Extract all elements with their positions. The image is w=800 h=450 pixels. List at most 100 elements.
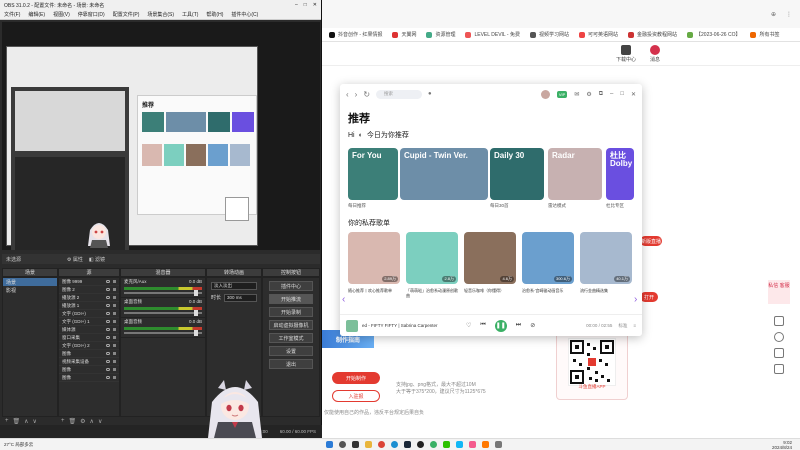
scene-item[interactable]: 场景 [3, 278, 57, 286]
vip-badge[interactable]: VIP [556, 90, 568, 98]
lock-icon[interactable] [113, 352, 116, 355]
source-item[interactable]: 图像 [59, 374, 119, 382]
maximize-icon[interactable]: □ [620, 91, 624, 97]
forward-icon[interactable]: › [355, 90, 358, 99]
bookmark-item[interactable]: 资源管理 [423, 31, 458, 38]
task-view-icon[interactable] [352, 441, 359, 448]
start-icon[interactable] [326, 441, 333, 448]
source-item[interactable]: 视频采集设备 [59, 358, 119, 366]
source-item[interactable]: 窗口采集 [59, 334, 119, 342]
weather-widget[interactable]: 27°C 局部多云 [0, 442, 60, 447]
question-icon[interactable] [774, 332, 784, 342]
chat-icon[interactable] [774, 364, 784, 374]
volume-slider[interactable] [124, 310, 202, 316]
source-item[interactable]: 文字 (GDI+) 2 [59, 342, 119, 350]
source-item[interactable]: 图像 [59, 350, 119, 358]
source-settings-icon[interactable]: ⚙ [80, 418, 85, 425]
obs-menu-item[interactable]: 配置文件(P) [113, 11, 140, 18]
settings-app-icon[interactable] [495, 441, 502, 448]
lock-icon[interactable] [113, 320, 116, 323]
control-button[interactable]: 设置 [269, 346, 313, 356]
volume-slider-handle[interactable] [194, 330, 198, 336]
control-button[interactable]: 工作室模式 [269, 333, 313, 343]
headset-icon[interactable] [774, 348, 784, 358]
mini-mode-icon[interactable]: ⧉ [599, 91, 603, 98]
playlist-card[interactable]: 300.6万 [522, 232, 574, 284]
edge-icon[interactable] [391, 441, 398, 448]
playlist-caption[interactable]: 治愈系·宫崎骏动画音乐 [522, 288, 576, 293]
move-up-icon[interactable]: ∧ [24, 418, 28, 425]
obs-menu-item[interactable]: 工具(T) [182, 11, 198, 18]
minimize-icon[interactable]: – [610, 91, 613, 97]
music-app-icon[interactable] [430, 441, 437, 448]
lock-icon[interactable] [113, 312, 116, 315]
recommend-card[interactable]: Radar [548, 148, 602, 200]
add-scene-icon[interactable]: + [5, 418, 9, 424]
remove-scene-icon[interactable]: 🗑 [13, 418, 21, 425]
quality-badge[interactable]: 标准 [618, 323, 627, 329]
obs-menu-item[interactable]: 文件(F) [4, 11, 20, 18]
transition-type-select[interactable]: 淡入淡出 [211, 281, 257, 290]
volume-slider-handle[interactable] [194, 310, 198, 316]
source-item[interactable]: 播放源 2 [59, 294, 119, 302]
source-item[interactable]: 图像 [59, 366, 119, 374]
lock-icon[interactable] [113, 288, 116, 291]
new-live-chip[interactable]: 新版直播 [640, 236, 662, 246]
bookmark-item[interactable]: 天翼网 [389, 31, 419, 38]
visibility-icon[interactable] [106, 376, 110, 379]
obs-menu-item[interactable]: 编辑(E) [28, 11, 45, 18]
source-item[interactable]: 播放源 1 [59, 302, 119, 310]
bookmark-item[interactable]: 视频学习网站 [527, 31, 572, 38]
obs-preview-canvas[interactable]: 推荐 [2, 22, 320, 250]
playlist-card[interactable]: 2.89万 [348, 232, 400, 284]
bookmark-item[interactable]: 抖音创作 - 红果情报 [326, 31, 385, 38]
visibility-icon[interactable] [106, 296, 110, 299]
minimize-icon[interactable]: – [295, 2, 298, 8]
entry-button[interactable]: 入驻报 [332, 390, 380, 402]
mic-icon[interactable]: ● [428, 91, 432, 97]
playlist-caption[interactable]: 流行金曲精选集 [580, 288, 634, 293]
lock-icon[interactable] [113, 344, 116, 347]
source-down-icon[interactable]: ∨ [98, 418, 102, 425]
lock-icon[interactable] [113, 304, 116, 307]
source-item[interactable]: 图像 2 [59, 286, 119, 294]
lock-icon[interactable] [113, 328, 116, 331]
dislike-icon[interactable]: ⊘ [530, 322, 535, 329]
volume-slider[interactable] [124, 290, 202, 296]
browser-extension-icon[interactable]: ⊕ [771, 11, 776, 18]
visibility-icon[interactable] [106, 312, 110, 315]
now-playing-title[interactable]: ed - FIFTY FIFTY | Sabrina Carpenter [362, 323, 440, 328]
obs-menu-item[interactable]: 停靠窗口(D) [78, 11, 105, 18]
control-button[interactable]: 开始推流 [269, 294, 313, 304]
visibility-icon[interactable] [106, 352, 110, 355]
visibility-icon[interactable] [106, 280, 110, 283]
move-down-icon[interactable]: ∨ [33, 418, 37, 425]
carousel-right-icon[interactable]: › [634, 294, 637, 305]
visibility-icon[interactable] [106, 368, 110, 371]
playlist-caption[interactable]: 轻音乐咖啡（你懂得） [464, 288, 518, 293]
lock-icon[interactable] [113, 368, 116, 371]
close-icon[interactable]: ✕ [313, 2, 317, 8]
messages-button[interactable]: 消息 [649, 44, 660, 63]
control-button[interactable]: 开始录制 [269, 307, 313, 317]
playlist-caption[interactable]: 「萌萌哒」治愈系动漫原创歌曲 [406, 288, 460, 298]
mail-icon[interactable]: ✉ [574, 91, 579, 98]
control-button[interactable]: 退出 [269, 359, 313, 369]
refresh-icon[interactable]: ↻ [363, 90, 370, 99]
steam-icon[interactable] [404, 441, 411, 448]
source-item[interactable]: 文字 (GDI+) [59, 310, 119, 318]
now-playing-cover[interactable] [346, 319, 358, 332]
open-chip[interactable]: 打开 [640, 292, 658, 302]
upload-icon[interactable] [774, 316, 784, 326]
private-message-tab[interactable]: 私信 客服 [768, 280, 790, 304]
recommend-card[interactable]: 杜比 Dolby [606, 148, 634, 200]
bookmark-item[interactable]: 所有书签 [747, 31, 782, 38]
bookmark-item[interactable]: 可可英语网站 [576, 31, 621, 38]
browser-menu-icon[interactable]: ⋮ [786, 11, 792, 18]
system-clock[interactable]: 9:02 2024/8/24 [772, 440, 800, 450]
source-up-icon[interactable]: ∧ [90, 418, 94, 425]
video-app-icon[interactable] [469, 441, 476, 448]
playlist-card[interactable]: 40.1万 [580, 232, 632, 284]
lock-icon[interactable] [113, 360, 116, 363]
obs-menu-item[interactable]: 场景集合(S) [147, 11, 174, 18]
